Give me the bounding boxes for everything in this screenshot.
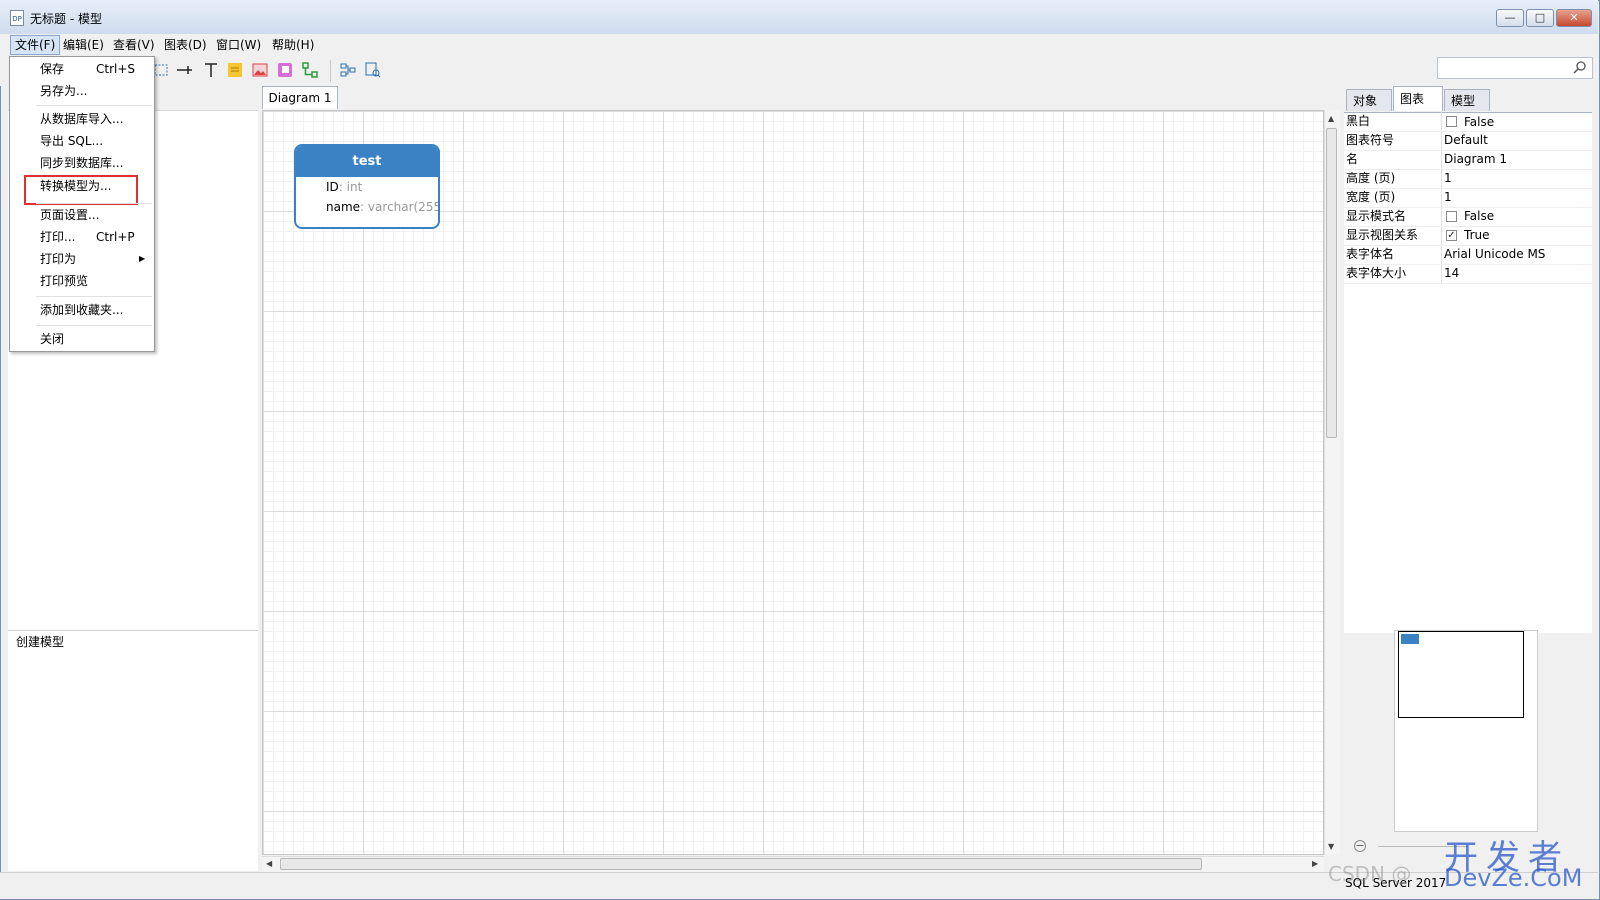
- property-value: 1: [1444, 190, 1452, 204]
- property-value: True: [1464, 228, 1490, 242]
- property-name: 表字体大小: [1346, 266, 1407, 280]
- info-pane: [8, 630, 258, 871]
- menu-item-label: 保存: [40, 62, 65, 76]
- search-input[interactable]: [1437, 57, 1593, 79]
- search-icon[interactable]: [1572, 60, 1588, 79]
- menu-item-label: 打印为: [40, 252, 77, 266]
- property-value: False: [1464, 115, 1495, 129]
- app-icon: DP: [10, 10, 24, 26]
- field-name: ID: [326, 180, 339, 194]
- menu-item-label: 添加到收藏夹...: [40, 303, 124, 317]
- menu-item-label: 另存为...: [40, 84, 88, 98]
- menu-diagram[interactable]: 图表(D): [160, 35, 211, 55]
- minimize-button[interactable]: —: [1496, 9, 1524, 27]
- property-name: 图表符号: [1346, 133, 1395, 147]
- property-value: Arial Unicode MS: [1444, 247, 1546, 261]
- menu-item-label: 导出 SQL...: [40, 134, 104, 148]
- menu-file[interactable]: 文件(F): [10, 35, 61, 55]
- menu-item-label: 关闭: [40, 332, 65, 346]
- watermark-text: CSDN @: [1328, 862, 1412, 886]
- zoom-fit-icon[interactable]: [364, 62, 382, 80]
- window-title: 无标题 - 模型: [30, 12, 102, 26]
- property-value: 14: [1444, 266, 1460, 280]
- scroll-left-icon[interactable]: ◀: [266, 859, 272, 868]
- image-icon[interactable]: [251, 62, 269, 80]
- scroll-down-icon[interactable]: ▼: [1328, 842, 1334, 851]
- relation-icon[interactable]: [176, 62, 194, 80]
- menu-item-label: 打印预览: [40, 274, 89, 288]
- title-bar: [0, 0, 1598, 34]
- menu-item-label: 从数据库导入...: [40, 112, 124, 126]
- shape-icon[interactable]: [276, 62, 294, 80]
- menu-item-label: 页面设置...: [40, 208, 100, 222]
- menu-edit[interactable]: 编辑(E): [59, 35, 108, 55]
- menu-item-shortcut: Ctrl+P: [96, 230, 135, 244]
- property-name: 黑白: [1346, 114, 1371, 128]
- scroll-up-icon[interactable]: ▲: [1328, 114, 1334, 123]
- menu-item-label: 同步到数据库...: [40, 156, 124, 170]
- auto-layout-icon[interactable]: [339, 62, 357, 80]
- menu-separator: [36, 105, 152, 106]
- watermark-logo-domain: DevZe.CoM: [1444, 864, 1583, 892]
- entity-table-test[interactable]: test ID: int name: varchar(255): [294, 144, 440, 229]
- menu-help[interactable]: 帮助(H): [268, 35, 318, 55]
- field-type: : varchar(255): [360, 200, 440, 214]
- overview-viewport[interactable]: [1398, 631, 1524, 718]
- tab-object[interactable]: 对象: [1346, 89, 1392, 111]
- highlight-annotation: [24, 175, 138, 205]
- property-value: Default: [1444, 133, 1488, 147]
- maximize-button[interactable]: □: [1526, 9, 1554, 27]
- scroll-right-icon[interactable]: ▶: [1312, 859, 1318, 868]
- menu-item-close[interactable]: [10, 328, 154, 350]
- property-name: 显示视图关系: [1346, 228, 1419, 242]
- tab-model[interactable]: 模型: [1444, 89, 1490, 111]
- property-name: 宽度 (页): [1346, 190, 1396, 204]
- close-button[interactable]: ✕: [1556, 9, 1592, 27]
- tab-diagram-1[interactable]: Diagram 1: [262, 86, 338, 109]
- submenu-arrow-icon: ▶: [139, 254, 146, 263]
- note-icon[interactable]: [226, 62, 244, 80]
- entity-field-name[interactable]: name: varchar(255): [326, 200, 440, 214]
- menu-item-print-as[interactable]: [10, 248, 154, 270]
- entity-field-id[interactable]: ID: int: [326, 180, 362, 194]
- info-description: 创建模型: [16, 635, 65, 649]
- horizontal-scroll-thumb[interactable]: [280, 858, 1202, 870]
- property-name: 高度 (页): [1346, 171, 1396, 185]
- menu-separator: [36, 325, 152, 326]
- menu-view[interactable]: 查看(V): [109, 35, 159, 55]
- property-value: 1: [1444, 171, 1452, 185]
- property-name: 显示模式名: [1346, 209, 1407, 223]
- property-name: 表字体名: [1346, 247, 1395, 261]
- zoom-out-icon[interactable]: −: [1354, 840, 1366, 852]
- checkbox-show-view-relations[interactable]: ✓: [1446, 230, 1457, 241]
- entity-title: test: [296, 146, 438, 177]
- field-name: name: [326, 200, 361, 214]
- menu-item-shortcut: Ctrl+S: [96, 62, 136, 76]
- property-value: False: [1464, 209, 1495, 223]
- vertical-scroll-thumb[interactable]: [1326, 128, 1337, 438]
- menu-item-label: 打印...: [40, 230, 76, 244]
- property-value: Diagram 1: [1444, 152, 1507, 166]
- layer-icon[interactable]: [301, 62, 319, 80]
- toolbar-separator: [330, 60, 331, 82]
- menu-separator: [36, 296, 152, 297]
- property-name: 名: [1346, 152, 1359, 166]
- overview-entity: [1401, 634, 1419, 644]
- field-type: : int: [338, 180, 363, 194]
- tab-diagram[interactable]: 图表: [1393, 86, 1443, 111]
- checkbox-black-white[interactable]: [1446, 116, 1457, 127]
- menu-window[interactable]: 窗口(W): [212, 35, 265, 55]
- checkbox-show-schema-name[interactable]: [1446, 211, 1457, 222]
- text-icon[interactable]: [202, 62, 220, 80]
